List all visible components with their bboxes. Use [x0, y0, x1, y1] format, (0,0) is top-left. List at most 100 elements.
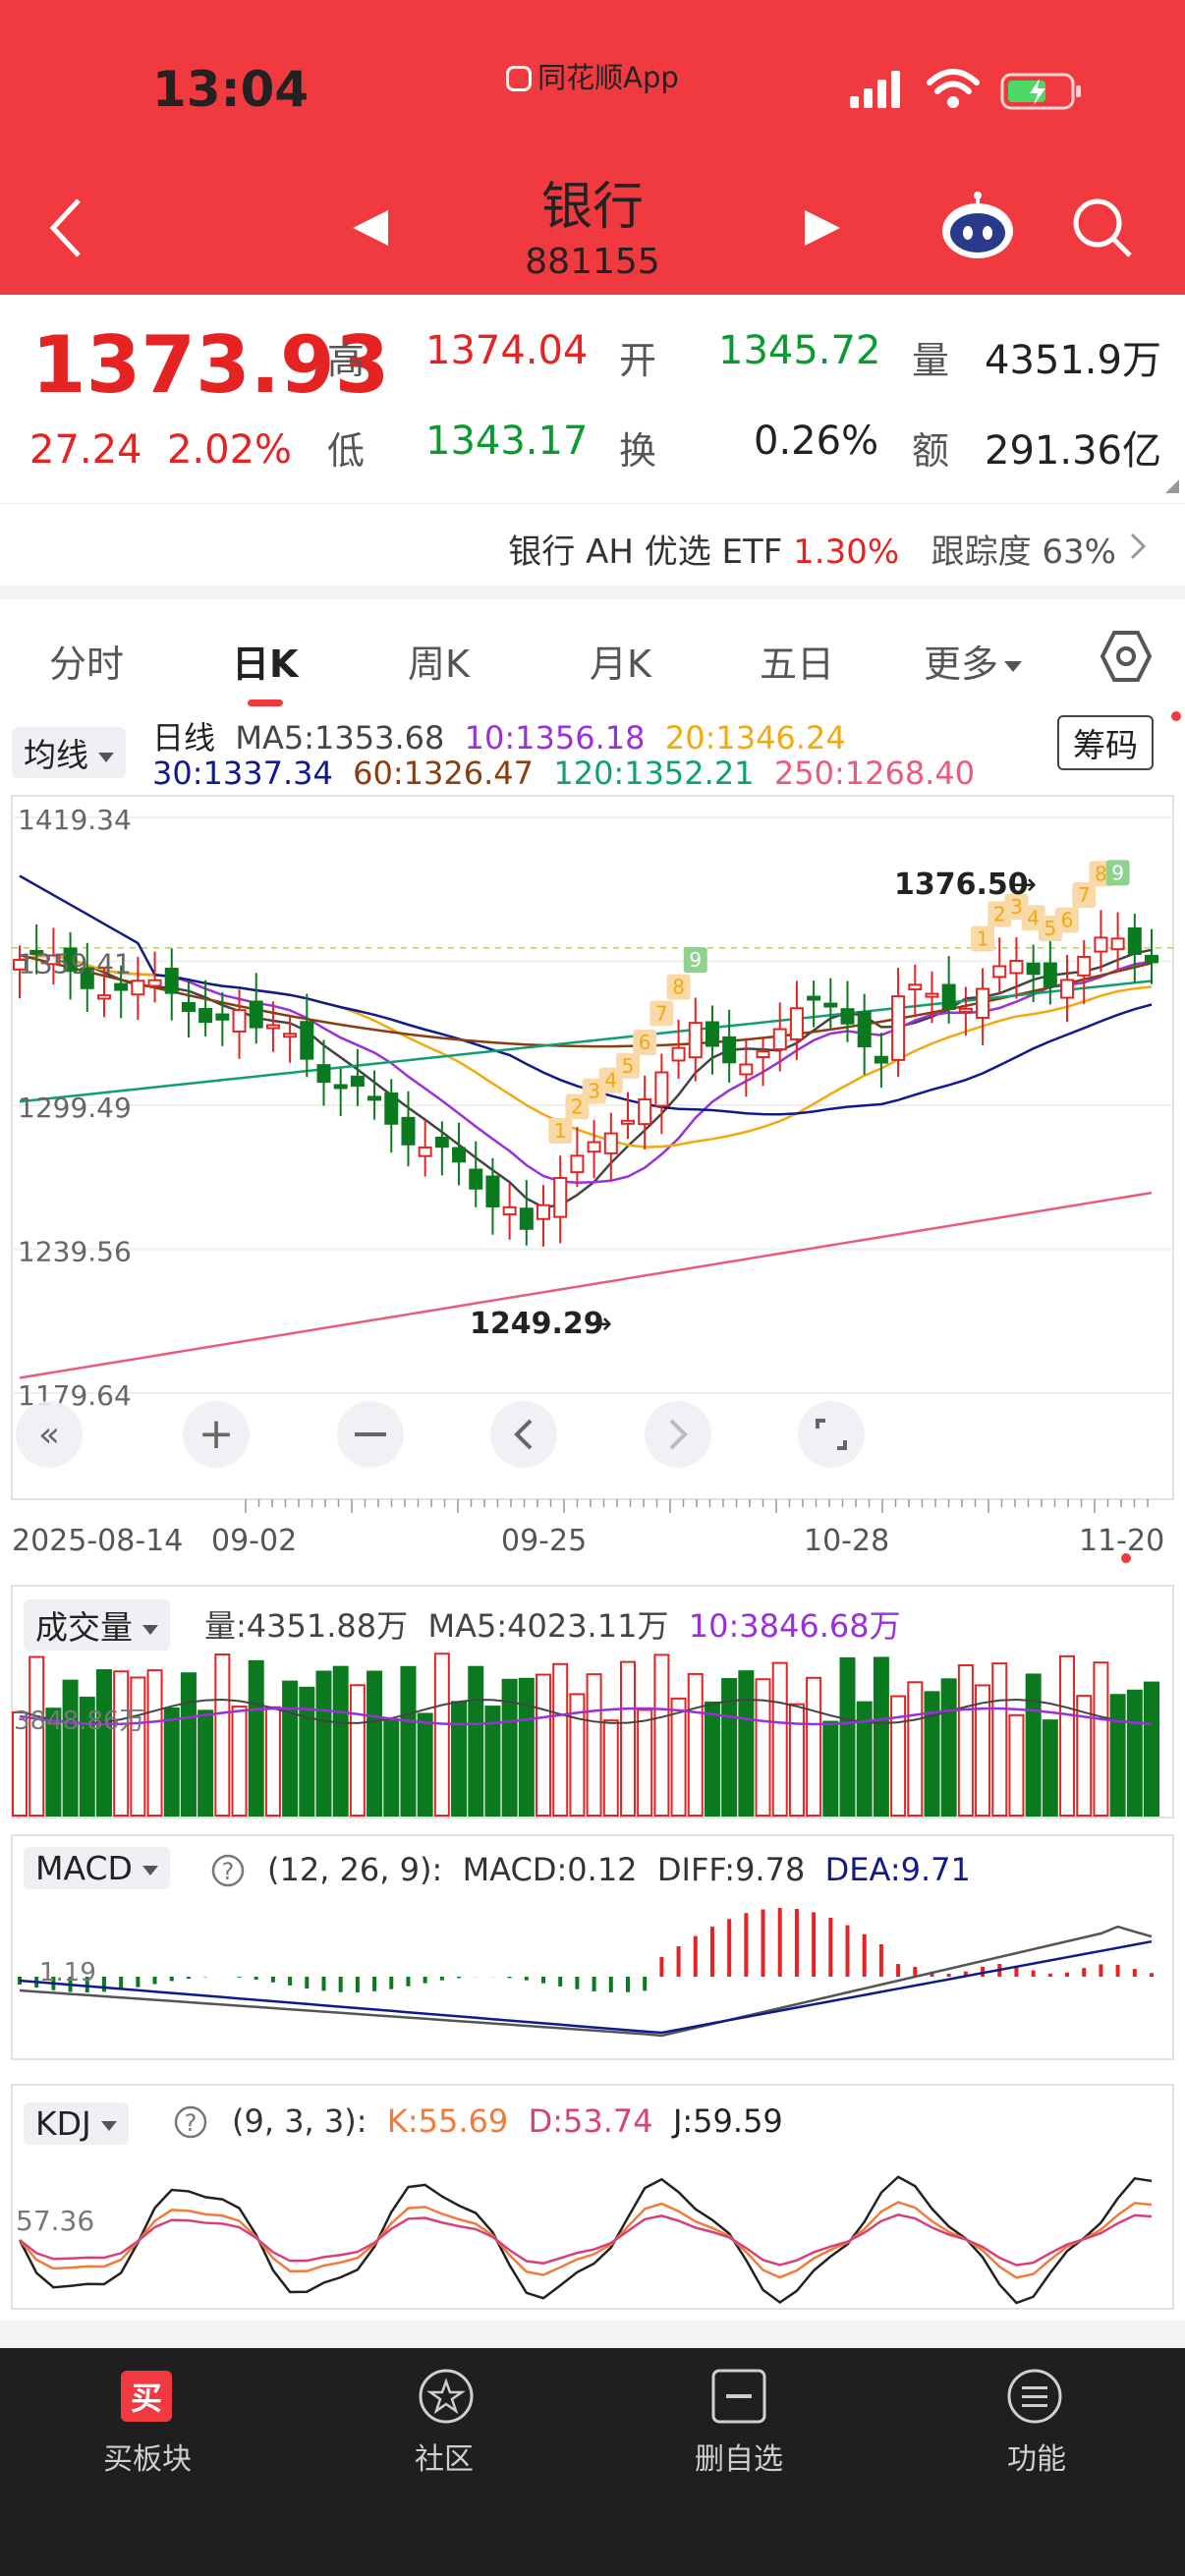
candle-body: [976, 987, 990, 1019]
volume-bar: [332, 1665, 349, 1817]
amount-value: 291.36亿: [985, 428, 1161, 474]
volume-bar: [198, 1709, 214, 1817]
signal-icon: [850, 71, 900, 108]
j-line: [18, 2175, 1153, 2305]
volume-bar: [670, 1697, 687, 1817]
ma-selector-label: 均线: [24, 736, 88, 774]
volume-bar: [282, 1680, 299, 1818]
price-change: 27.24 2.02%: [29, 427, 292, 473]
scroll-right-button[interactable]: [645, 1401, 711, 1468]
candle-body: [688, 1022, 703, 1059]
expand-corner-icon: [1165, 479, 1179, 493]
volume-chart: 3848.86万: [11, 1585, 1174, 1819]
ma20-value: 20:1346.24: [664, 719, 846, 756]
candle-body: [502, 1205, 517, 1216]
td-number: 9: [689, 948, 702, 972]
candle-body: [874, 1055, 888, 1064]
candle-body: [908, 983, 923, 990]
candle-body: [452, 1147, 467, 1163]
volume-bar: [264, 1706, 281, 1817]
candle-body: [654, 1071, 669, 1107]
tab-more[interactable]: 更多: [924, 634, 1023, 688]
chip-distribution-button[interactable]: 筹码: [1057, 715, 1154, 770]
candle-body: [367, 1095, 382, 1101]
volume-bar: [602, 1719, 619, 1818]
volume-bar: [433, 1652, 450, 1817]
high-annotation: 1376.50: [894, 868, 1029, 902]
candle-body: [553, 1177, 568, 1218]
etf-pct: 1.30%: [793, 532, 900, 572]
x-tick-label-2: 09-25: [501, 1524, 587, 1558]
volume-bar: [1093, 1661, 1109, 1818]
volume-bar: [146, 1669, 163, 1817]
volume-bar: [214, 1653, 231, 1818]
assistant-robot-icon[interactable]: [938, 192, 1017, 260]
macd-y-tick: 1.19: [39, 1958, 96, 1988]
candle-body: [215, 1013, 230, 1021]
chevron-right-icon[interactable]: [1128, 531, 1148, 562]
ma-selector[interactable]: 均线: [12, 727, 126, 778]
volume-bar: [349, 1684, 366, 1818]
volume-bar: [451, 1701, 468, 1817]
collapse-button[interactable]: «: [16, 1401, 83, 1468]
candle-body: [131, 980, 145, 996]
volume-bar: [113, 1670, 130, 1817]
nav-community[interactable]: 社区: [346, 2435, 542, 2478]
candle-body: [1110, 937, 1125, 951]
volume-bar: [95, 1669, 112, 1817]
ma120-value: 120:1352.21: [553, 755, 755, 792]
nav-functions[interactable]: 功能: [938, 2435, 1135, 2478]
menu-icon[interactable]: [1006, 2368, 1063, 2425]
macd-frame: [11, 1834, 1174, 2060]
etf-track-value: 63%: [1042, 532, 1116, 572]
tab-monthly-k[interactable]: 月K: [590, 634, 651, 688]
volume-bar: [806, 1676, 822, 1817]
candle-body: [925, 992, 939, 998]
next-stock-icon[interactable]: [801, 206, 844, 250]
community-icon[interactable]: [413, 2368, 474, 2425]
tab-weekly-k[interactable]: 周K: [408, 634, 470, 688]
volume-bar: [907, 1681, 924, 1817]
td-number: 8: [1095, 862, 1107, 885]
vol-value: 4351.9万: [985, 338, 1161, 383]
td-number: 9: [1111, 861, 1124, 884]
search-icon[interactable]: [1071, 196, 1134, 259]
diff-line: [19, 1925, 1153, 2038]
candle-body: [1145, 954, 1158, 964]
kline-chart[interactable]: 123 45678912 3 4 5 678 9 1376.50 → 1249.29 → 1…: [0, 794, 1185, 1570]
nav-buy-sector[interactable]: 买板块: [49, 2435, 246, 2478]
etf-info[interactable]: 银行 AH 优选 ETF 1.30% 跟踪度 63%: [508, 525, 1116, 573]
buy-sector-icon[interactable]: 买: [118, 2368, 175, 2425]
settings-hexagon-icon[interactable]: [1099, 629, 1154, 684]
zoom-in-button[interactable]: +: [183, 1401, 250, 1468]
volume-bar: [400, 1665, 417, 1818]
candle-body: [401, 1116, 416, 1146]
candle-body: [1077, 955, 1092, 977]
remove-watchlist-icon[interactable]: [710, 2368, 767, 2425]
etf-track-label: 跟踪度: [931, 532, 1032, 572]
candle-body: [823, 1002, 838, 1008]
zoom-out-button[interactable]: [337, 1401, 404, 1468]
volume-y-tick: 3848.86万: [14, 1707, 145, 1736]
candle-body: [232, 1009, 247, 1033]
scroll-left-button[interactable]: [490, 1401, 557, 1468]
candle-body: [840, 1008, 855, 1025]
candle-body: [958, 1007, 973, 1013]
candle-body: [114, 982, 129, 991]
nav-remove-watchlist[interactable]: 删自选: [641, 2435, 837, 2478]
app-logo-icon: [506, 66, 533, 91]
volume-bar: [738, 1670, 755, 1817]
vol-label: 量: [912, 339, 950, 382]
candle-body: [316, 1064, 331, 1084]
ma5-value: MA5:1353.68: [235, 719, 445, 756]
latest-marker: [1121, 1553, 1131, 1563]
tab-intraday[interactable]: 分时: [49, 634, 124, 688]
fullscreen-button[interactable]: [798, 1401, 865, 1468]
y-tick-label: 1419.34: [18, 804, 132, 836]
tab-five-day[interactable]: 五日: [760, 634, 834, 688]
turnover-label: 换: [619, 429, 657, 473]
y-tick-label: 1239.56: [18, 1236, 132, 1268]
volume-bar: [1008, 1713, 1025, 1817]
low-label: 低: [327, 429, 366, 473]
tab-daily-k[interactable]: 日K: [232, 634, 298, 688]
